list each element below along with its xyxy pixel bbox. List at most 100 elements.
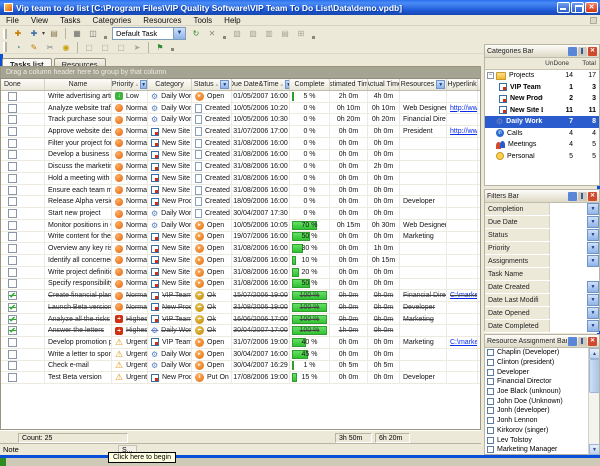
toolbar-overflow-icon[interactable] xyxy=(312,36,315,39)
chevron-down-icon[interactable]: ▼ xyxy=(587,320,599,332)
chevron-down-icon[interactable]: ▼ xyxy=(587,281,599,293)
table-row[interactable]: Write a letter to sponsor⚠Urgent⚙Daily W… xyxy=(1,349,480,361)
close-bar-icon[interactable]: ✕ xyxy=(588,47,597,56)
done-checkbox[interactable] xyxy=(8,256,17,265)
category-item-meetings[interactable]: Meetings45 xyxy=(485,139,599,151)
column-header-hyperlink[interactable]: Hyperlink xyxy=(447,79,478,90)
resource-item[interactable]: Developer xyxy=(485,367,599,377)
table-row[interactable]: Approve website designNormalNew Site Lau… xyxy=(1,126,480,138)
add-subtask-icon[interactable]: ✚ xyxy=(27,27,41,40)
pin-icon[interactable] xyxy=(578,47,587,56)
paste-icon[interactable]: ▤ xyxy=(47,27,61,40)
table-row[interactable]: Ensure each team member has the skillsNo… xyxy=(1,185,480,197)
scroll-up-icon[interactable]: ▲ xyxy=(589,348,599,359)
column-header-due-date-time[interactable]: Due Date&Time▵▼ xyxy=(232,79,290,90)
filter-value[interactable] xyxy=(549,294,587,306)
done-checkbox[interactable] xyxy=(8,221,17,230)
done-checkbox[interactable]: ✔ xyxy=(8,303,17,312)
resource-scrollbar[interactable]: ▲ ▼ xyxy=(588,348,599,455)
print-icon[interactable]: ▦ xyxy=(70,27,84,40)
resource-checkbox[interactable] xyxy=(487,427,494,434)
chevron-down-icon[interactable]: ▼ xyxy=(587,294,599,306)
table-row[interactable]: ✔Launch Beta versionNormalNew Product L✓… xyxy=(1,302,480,314)
done-checkbox[interactable]: ✔ xyxy=(8,291,17,300)
chevron-down-icon[interactable]: ▼ xyxy=(587,203,599,215)
go-icon[interactable]: ⚑ xyxy=(153,41,167,54)
category-item-new-site-la[interactable]: New Site La1111 xyxy=(485,105,599,117)
toolbar-overflow-icon[interactable] xyxy=(171,48,174,51)
filter-icon[interactable]: ▼ xyxy=(220,80,229,89)
table-row[interactable]: Release Alpha versionNormalNew Product L… xyxy=(1,196,480,208)
column-header-resources[interactable]: Resources▼ xyxy=(400,79,447,90)
edit-note-icon[interactable]: ✎ xyxy=(27,41,41,54)
resource-item[interactable]: John Doe (Unknown) xyxy=(485,396,599,406)
filter-value[interactable] xyxy=(549,229,587,241)
resource-checkbox[interactable] xyxy=(487,378,494,385)
table-row[interactable]: Filter your project for slipping tasksNo… xyxy=(1,138,480,150)
filter-value[interactable] xyxy=(549,216,587,228)
chevron-down-icon[interactable]: ▼ xyxy=(173,28,185,39)
dock-icon[interactable] xyxy=(568,192,577,201)
column-header-priority[interactable]: Priority▵▼ xyxy=(112,79,148,90)
new-task-icon[interactable]: ✚ xyxy=(11,27,25,40)
menu-item-help[interactable]: Help xyxy=(218,16,246,25)
close-bar-icon[interactable]: ✕ xyxy=(588,192,597,201)
done-checkbox[interactable] xyxy=(8,139,17,148)
column-header-estimated-time[interactable]: Estimated Time xyxy=(330,79,368,90)
category-item-projects[interactable]: −Projects1417 xyxy=(485,70,599,82)
resource-item[interactable]: Joe Black (unknoun) xyxy=(485,387,599,397)
task-hyperlink[interactable]: http://www.todol xyxy=(450,128,478,135)
menu-item-resources[interactable]: Resources xyxy=(137,16,187,25)
view-icon[interactable]: ◉ xyxy=(59,41,73,54)
pin-icon[interactable] xyxy=(578,337,587,346)
category-item-new-product[interactable]: New Product23 xyxy=(485,93,599,105)
done-checkbox[interactable] xyxy=(8,338,17,347)
filter-value[interactable] xyxy=(549,242,587,254)
delete-task-icon[interactable]: ✕ xyxy=(205,27,219,40)
filter-value[interactable] xyxy=(549,268,599,280)
filter-value[interactable] xyxy=(549,255,587,267)
done-checkbox[interactable] xyxy=(8,92,17,101)
resource-checkbox[interactable] xyxy=(487,446,494,453)
pin-icon[interactable] xyxy=(578,192,587,201)
chevron-down-icon[interactable]: ▼ xyxy=(587,307,599,319)
table-row[interactable]: Start new projectNormal⚙Daily WorkCreate… xyxy=(1,208,480,220)
done-checkbox[interactable] xyxy=(8,361,17,370)
table-row[interactable]: ✔Answer the letters↑Highest⚙Daily Work✓O… xyxy=(1,325,480,337)
done-checkbox[interactable] xyxy=(8,150,17,159)
table-row[interactable]: ✔Analyze all the risks↑HighestVIP Team P… xyxy=(1,314,480,326)
done-checkbox[interactable] xyxy=(8,127,17,136)
chevron-down-icon[interactable]: ▾ xyxy=(42,30,45,37)
done-checkbox[interactable] xyxy=(8,197,17,206)
resource-item[interactable]: Jonh Lennon xyxy=(485,416,599,426)
column-header-actual-time[interactable]: Actual Time xyxy=(368,79,400,90)
column-header-complete[interactable]: Complete xyxy=(290,79,330,90)
done-checkbox[interactable]: ✔ xyxy=(8,326,17,335)
print-preview-icon[interactable]: ◫ xyxy=(86,27,100,40)
close-button[interactable]: ✕ xyxy=(585,2,598,13)
menu-item-file[interactable]: File xyxy=(0,16,25,25)
resource-checkbox[interactable] xyxy=(487,437,494,444)
close-bar-icon[interactable]: ✕ xyxy=(588,337,597,346)
refresh-icon[interactable]: ◔ xyxy=(11,41,25,54)
menu-item-categories[interactable]: Categories xyxy=(87,16,138,25)
done-checkbox[interactable] xyxy=(8,115,17,124)
table-row[interactable]: Hold a meeting with all concernedNormalN… xyxy=(1,173,480,185)
toolbar-grip[interactable] xyxy=(3,42,7,52)
task-hyperlink[interactable]: C:\marketing\plan xyxy=(450,292,478,299)
table-row[interactable]: Analyze website trafficNormal⚙Daily Work… xyxy=(1,103,480,115)
resource-checkbox[interactable] xyxy=(487,398,494,405)
resource-checkbox[interactable] xyxy=(487,369,494,376)
column-header-category[interactable]: Category xyxy=(148,79,192,90)
done-checkbox[interactable] xyxy=(8,232,17,241)
toolbar-overflow-icon[interactable] xyxy=(223,36,226,39)
filter-icon[interactable]: ▼ xyxy=(140,80,147,89)
column-header-status[interactable]: Status▵▼ xyxy=(192,79,232,90)
done-checkbox[interactable] xyxy=(8,279,17,288)
task-hyperlink[interactable]: http://www.vip-q xyxy=(450,105,478,112)
done-checkbox[interactable] xyxy=(8,104,17,113)
category-item-vip-team-pr[interactable]: VIP Team Pr13 xyxy=(485,82,599,94)
chevron-down-icon[interactable]: ▼ xyxy=(587,229,599,241)
table-row[interactable]: Monitor positions in Google for main key… xyxy=(1,220,480,232)
table-row[interactable]: Develop a business case for the projectN… xyxy=(1,150,480,162)
